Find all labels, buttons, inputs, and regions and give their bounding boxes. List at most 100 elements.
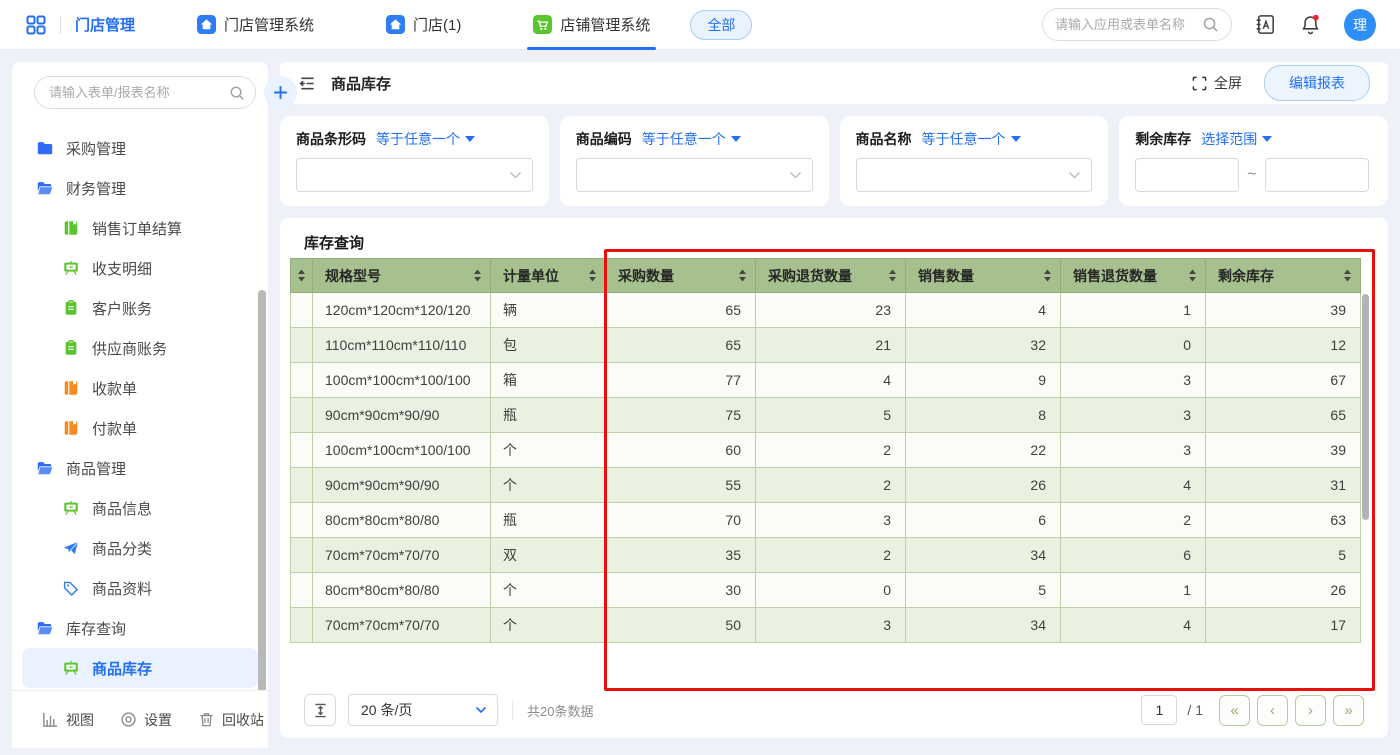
- sidebar-item-9[interactable]: 商品信息: [22, 488, 258, 528]
- sidebar-item-5[interactable]: 供应商账务: [22, 328, 258, 368]
- filter-condition[interactable]: 等于任意一个: [922, 129, 1021, 149]
- sidebar-item-label: 采购管理: [66, 138, 126, 159]
- column-header-2[interactable]: 计量单位: [491, 259, 606, 293]
- sort-icon[interactable]: [1188, 269, 1197, 282]
- sidebar-item-6[interactable]: 收款单: [22, 368, 258, 408]
- form-search[interactable]: [34, 76, 256, 109]
- sidebar-item-2[interactable]: 销售订单结算: [22, 208, 258, 248]
- sidebar-item-label: 库存查询: [66, 618, 126, 639]
- folder-open-icon: [36, 179, 54, 197]
- app-grid-icon[interactable]: [26, 15, 46, 35]
- column-label: 剩余库存: [1218, 266, 1274, 286]
- form-search-input[interactable]: [49, 85, 225, 100]
- cell-9-2: 50: [606, 608, 756, 643]
- filter-select[interactable]: [576, 158, 813, 192]
- sidebar-item-7[interactable]: 付款单: [22, 408, 258, 448]
- cell-7-5: 6: [1061, 538, 1206, 573]
- sidebar-item-0[interactable]: 采购管理: [22, 128, 258, 168]
- cell-2-6: 67: [1206, 363, 1361, 398]
- sidebar-item-13[interactable]: 商品库存: [22, 648, 258, 688]
- user-avatar[interactable]: 理: [1344, 9, 1376, 41]
- all-apps-pill[interactable]: 全部: [690, 10, 752, 40]
- cell-5-1: 个: [491, 468, 606, 503]
- cell-2-0: 100cm*100cm*100/100: [313, 363, 491, 398]
- clipboard-green-icon: [62, 339, 80, 357]
- column-header-4[interactable]: 采购退货数量: [756, 259, 906, 293]
- column-header-3[interactable]: 采购数量: [606, 259, 756, 293]
- next-page-button[interactable]: ›: [1295, 695, 1326, 726]
- cell-6-0: 80cm*80cm*80/80: [313, 503, 491, 538]
- workspace-name[interactable]: 门店管理: [75, 14, 135, 35]
- tab-0[interactable]: 门店管理系统: [197, 0, 314, 50]
- column-header-0[interactable]: [291, 259, 313, 293]
- sort-icon[interactable]: [888, 269, 897, 282]
- search-icon[interactable]: [229, 85, 245, 101]
- row-handle-cell: [291, 363, 313, 398]
- cell-3-5: 3: [1061, 398, 1206, 433]
- cell-9-6: 17: [1206, 608, 1361, 643]
- sort-icon[interactable]: [473, 269, 482, 282]
- sidebar-item-8[interactable]: 商品管理: [22, 448, 258, 488]
- cell-1-4: 32: [906, 328, 1061, 363]
- tab-1[interactable]: 门店(1): [386, 0, 461, 50]
- filter-select[interactable]: [296, 158, 533, 192]
- sidebar-item-3[interactable]: 收支明细: [22, 248, 258, 288]
- column-header-1[interactable]: 规格型号: [313, 259, 491, 293]
- add-form-button[interactable]: [264, 76, 297, 109]
- clipboard-green-icon: [62, 299, 80, 317]
- column-header-5[interactable]: 销售数量: [906, 259, 1061, 293]
- sort-icon[interactable]: [588, 269, 597, 282]
- sidebar-item-11[interactable]: 商品资料: [22, 568, 258, 608]
- row-height-toggle-button[interactable]: [304, 694, 336, 726]
- tag-blue-icon: [62, 579, 80, 597]
- global-search-input[interactable]: [1055, 17, 1196, 32]
- sidebar-item-10[interactable]: 商品分类: [22, 528, 258, 568]
- sort-icon[interactable]: [1343, 269, 1352, 282]
- sort-icon[interactable]: [1043, 269, 1052, 282]
- cell-0-4: 4: [906, 293, 1061, 328]
- trash-icon: [198, 711, 215, 728]
- range-min-input[interactable]: [1135, 158, 1239, 192]
- filter-condition[interactable]: 等于任意一个: [376, 129, 475, 149]
- cell-7-6: 5: [1206, 538, 1361, 573]
- column-label: 采购退货数量: [768, 266, 852, 286]
- fullscreen-button[interactable]: 全屏: [1192, 73, 1242, 93]
- filter-card-3: 剩余库存 选择范围 ~: [1119, 116, 1388, 206]
- sort-icon[interactable]: [738, 269, 747, 282]
- sidebar-item-4[interactable]: 客户账务: [22, 288, 258, 328]
- filter-select[interactable]: [856, 158, 1093, 192]
- table-row-2: 100cm*100cm*100/100箱7749367: [291, 363, 1361, 398]
- cell-4-1: 个: [491, 433, 606, 468]
- sidebar-scrollbar[interactable]: [258, 290, 266, 692]
- sidebar-item-12[interactable]: 库存查询: [22, 608, 258, 648]
- page-number-input[interactable]: [1141, 695, 1177, 725]
- first-page-button[interactable]: «: [1219, 695, 1250, 726]
- search-icon[interactable]: [1202, 16, 1219, 33]
- filter-condition[interactable]: 等于任意一个: [642, 129, 741, 149]
- sidebar-footer-gear[interactable]: 设置: [120, 710, 172, 730]
- sidebar-item-1[interactable]: 财务管理: [22, 168, 258, 208]
- filter-condition[interactable]: 选择范围: [1201, 129, 1272, 149]
- page-size-select[interactable]: 20 条/页: [348, 694, 498, 726]
- sidebar-footer-trash[interactable]: 回收站: [198, 710, 264, 730]
- last-page-button[interactable]: »: [1333, 695, 1364, 726]
- collapse-sidebar-icon[interactable]: [298, 74, 317, 93]
- condition-label: 等于任意一个: [642, 129, 726, 149]
- global-search[interactable]: [1042, 8, 1232, 41]
- cell-5-4: 26: [906, 468, 1061, 503]
- prev-page-button[interactable]: ‹: [1257, 695, 1288, 726]
- address-book-icon[interactable]: [1254, 13, 1277, 36]
- caret-down-icon: [465, 136, 475, 142]
- table-row-5: 90cm*90cm*90/90个55226431: [291, 468, 1361, 503]
- tab-active-2[interactable]: 店铺管理系统: [533, 0, 650, 50]
- fullscreen-label: 全屏: [1214, 73, 1242, 93]
- edit-report-button[interactable]: 编辑报表: [1264, 65, 1370, 101]
- cart-icon: [533, 15, 552, 34]
- column-header-7[interactable]: 剩余库存: [1206, 259, 1361, 293]
- range-max-input[interactable]: [1265, 158, 1369, 192]
- notification-bell-icon[interactable]: [1299, 13, 1322, 36]
- sidebar-footer-chart[interactable]: 视图: [42, 710, 94, 730]
- column-header-6[interactable]: 销售退货数量: [1061, 259, 1206, 293]
- table-vertical-scrollbar[interactable]: [1362, 294, 1369, 520]
- sort-icon[interactable]: [297, 269, 306, 282]
